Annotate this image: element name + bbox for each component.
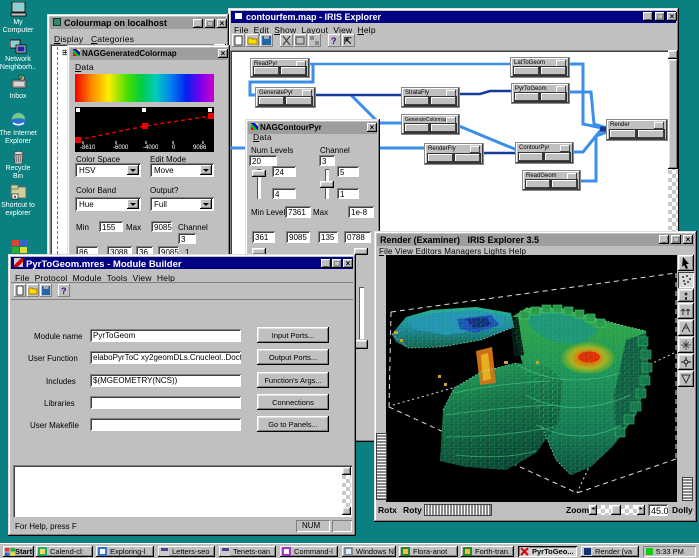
svg-text:-4000: -4000 bbox=[143, 145, 159, 151]
svg-text:-8610: -8610 bbox=[80, 145, 96, 151]
svg-text:-6000: -6000 bbox=[113, 145, 129, 151]
svg-text:?: ? bbox=[61, 286, 67, 296]
svg-text:⇱: ⇱ bbox=[344, 36, 352, 46]
svg-text:0: 0 bbox=[172, 145, 176, 151]
svg-text:?: ? bbox=[331, 36, 337, 46]
svg-text:9086: 9086 bbox=[193, 145, 207, 151]
